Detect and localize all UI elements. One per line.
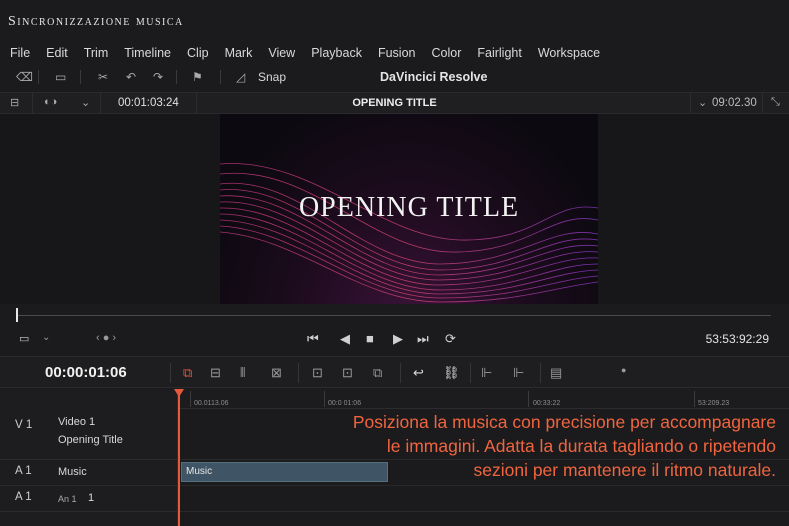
menu-workspace[interactable]: Workspace [538, 46, 600, 60]
expand-icon[interactable]: ⤡ [771, 96, 780, 109]
ruler-tick [528, 391, 529, 407]
toolbar-divider [400, 363, 401, 383]
menu-view[interactable]: View [268, 46, 295, 60]
blade-tool-icon[interactable]: ⊠ [271, 365, 282, 381]
overwrite-clip-icon[interactable]: ⊡ [342, 365, 353, 381]
undo-icon[interactable]: ↶ [126, 69, 136, 85]
menu-color[interactable]: Color [431, 46, 461, 60]
track-id: A 1 [15, 491, 32, 503]
link-icon[interactable]: ⛓ [443, 365, 460, 381]
ruler-label: 00:33:22 [533, 400, 561, 407]
eraser-icon[interactable]: ⌫ [16, 69, 33, 85]
flag-marker-icon[interactable]: ⊩ [481, 365, 492, 381]
ruler-label: 00.0113.06 [194, 400, 229, 407]
toolbar-divider [470, 363, 471, 383]
timeline-ruler[interactable]: 00.0113.06 00:0 01:06 00:33:22 53:209.23 [178, 389, 789, 409]
playhead-marker[interactable] [174, 389, 184, 397]
transport-timecode: 53:53:92:29 [705, 332, 769, 346]
track-name[interactable]: Music [58, 466, 87, 478]
viewer-panel: OPENING TITLE [0, 114, 789, 304]
toolbar-divider [176, 70, 177, 84]
ruler-label: 00:0 01:06 [328, 400, 362, 407]
track-name[interactable]: An 1 [58, 494, 77, 504]
menu-mark[interactable]: Mark [225, 46, 253, 60]
toolbar-divider [170, 363, 171, 383]
play-icon[interactable]: ▶ [393, 331, 403, 347]
folder-icon[interactable]: ▭ [55, 69, 66, 85]
zoom-slider-handle[interactable]: ● [621, 365, 626, 375]
toolbar-divider [298, 363, 299, 383]
ruler-tick [694, 391, 695, 407]
viewer-divider [690, 93, 691, 115]
tutorial-caption: Posiziona la musica con precisione per a… [300, 410, 776, 482]
replace-clip-icon[interactable]: ⧉ [373, 365, 382, 381]
stop-icon[interactable]: ■ [366, 331, 374, 346]
step-back-icon[interactable]: ◀ [340, 331, 350, 347]
ruler-tick [324, 391, 325, 407]
menu-file[interactable]: File [10, 46, 30, 60]
marker-icon[interactable]: ⊩ [513, 365, 524, 381]
snapping-icon[interactable]: ↩ [413, 365, 424, 381]
menu-timeline[interactable]: Timeline [124, 46, 171, 60]
toolbar-divider [80, 70, 81, 84]
timeline-timecode: 00:00:01:06 [45, 364, 127, 381]
selection-tool-icon[interactable]: ⧉ [183, 365, 192, 381]
menu-fusion[interactable]: Fusion [378, 46, 416, 60]
go-to-end-icon[interactable]: ⏭ [417, 331, 429, 347]
caption-line: sezioni per mantenere il ritmo naturale. [473, 460, 776, 480]
ruler-tick [190, 391, 191, 407]
menu-playback[interactable]: Playback [311, 46, 362, 60]
zoom-view-icon[interactable]: ▤ [550, 365, 562, 381]
go-to-start-icon[interactable]: ⏮ [307, 331, 319, 347]
caption-line: Posiziona la musica con precisione per a… [352, 412, 776, 432]
viewer-size-icon[interactable]: ▭ [19, 332, 29, 345]
duration-display: 09:02.30 [712, 97, 757, 109]
menu-fairlight[interactable]: Fairlight [477, 46, 521, 60]
clip-name: OPENING TITLE [352, 97, 437, 109]
track-id: V 1 [15, 419, 33, 431]
caption-line: le immagini. Adatta la durata tagliando … [386, 436, 776, 456]
redo-icon[interactable]: ↷ [153, 69, 163, 85]
track-name[interactable]: Video 1 [58, 416, 95, 428]
jog-control-icon[interactable]: ‹ ● › [96, 332, 116, 344]
flag-icon[interactable]: ⚑ [192, 69, 203, 85]
menu-trim[interactable]: Trim [84, 46, 109, 60]
track-channel: 1 [88, 492, 95, 504]
viewer-header: ⊟ ◐◑ ⌄ 00:01:03:24 OPENING TITLE ⌄ 09:02… [0, 92, 789, 115]
track-subname: Opening Title [58, 434, 123, 446]
snap-label[interactable]: Snap [258, 69, 286, 85]
frame-title-text: OPENING TITLE [298, 192, 520, 223]
loop-icon[interactable]: ⟳ [445, 331, 456, 347]
menu-clip[interactable]: Clip [187, 46, 209, 60]
menu-bar: File Edit Trim Timeline Clip Mark View P… [0, 42, 789, 64]
menu-edit[interactable]: Edit [46, 46, 68, 60]
insert-clip-icon[interactable]: ⊡ [312, 365, 323, 381]
toolbar-divider [220, 70, 221, 84]
viewer-scrubber[interactable] [0, 304, 789, 326]
timeline-toolbar: 00:00:01:06 ⧉ ⊟ ⫴ ⊠ ⊡ ⊡ ⧉ ↩ ⛓ ⊩ ⊩ ▤ ● [0, 356, 789, 388]
trim-tool-icon[interactable]: ⊟ [210, 365, 221, 381]
snap-icon[interactable]: ◿ [236, 69, 245, 85]
window-title: Sincronizzazione musica [8, 14, 184, 29]
viewer-divider [762, 93, 763, 115]
app-name: DaVincici Resolve [380, 70, 488, 84]
chevron-down-icon[interactable]: ⌄ [42, 332, 50, 343]
timeline-playhead[interactable] [178, 389, 180, 526]
ruler-label: 53:209.23 [698, 400, 730, 407]
dynamic-trim-icon[interactable]: ⫴ [240, 365, 245, 381]
video-frame: OPENING TITLE [220, 114, 598, 304]
chevron-down-icon[interactable]: ⌄ [698, 96, 707, 109]
cut-icon[interactable]: ✂ [98, 69, 108, 85]
track-row-audio-2: A 1 An 1 1 [0, 486, 789, 512]
scrub-track[interactable] [18, 315, 771, 316]
toolbar-divider [38, 70, 39, 84]
transport-controls: ▭ ⌄ ‹ ● › ⏮ ◀ ■ ▶ ⏭ ⟳ 53:53:92:29 [0, 326, 789, 352]
scrub-playhead[interactable] [16, 308, 18, 322]
toolbar-divider [540, 363, 541, 383]
toolbar: ⌫ ▭ ✂ ↶ ↷ ⚑ ◿ Snap DaVincici Resolve [0, 66, 789, 88]
track-id: A 1 [15, 465, 32, 477]
